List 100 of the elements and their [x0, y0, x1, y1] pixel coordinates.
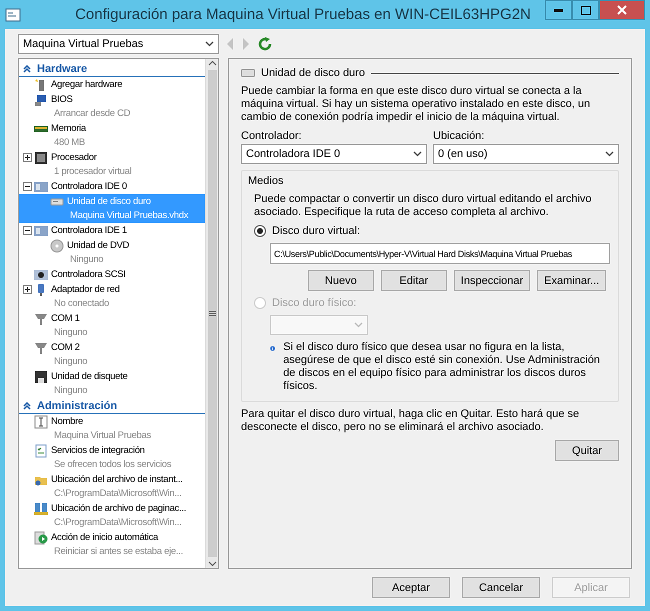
item-label: Acción de inicio automática: [51, 531, 160, 545]
tree-item[interactable]: Acción de inicio automática Reiniciar si antes se estaba eje...: [19, 530, 205, 559]
section-header[interactable]: Hardware: [19, 61, 205, 77]
item-detail: C:\ProgramData\Microsoft\Win...: [53, 516, 182, 530]
radio-option[interactable]: Disco duro virtual:: [254, 225, 610, 237]
processor-icon: [34, 151, 48, 165]
dropdown-caret-icon: [354, 322, 363, 328]
media-button[interactable]: Editar: [380, 270, 447, 291]
item-label: COM 1: [51, 312, 81, 326]
item-detail: Ninguno: [53, 326, 88, 340]
item-detail: 1 procesador virtual: [53, 165, 132, 179]
controller-card-icon: [34, 180, 48, 194]
location-select[interactable]: 0 (en uso): [433, 144, 619, 164]
collapse-chevron-icon: [23, 402, 31, 410]
tree-item[interactable]: Ubicación del archivo de instant... C:\ProgramData\Microsoft\Win...: [19, 472, 205, 501]
controller-select[interactable]: Controladora IDE 0: [241, 144, 427, 164]
item-label: Controladora IDE 0: [51, 180, 127, 194]
item-label: Unidad de disco duro: [67, 195, 152, 209]
scroll-up-icon[interactable]: [208, 59, 216, 68]
item-label: Memoria: [51, 122, 86, 136]
item-detail: C:\ProgramData\Microsoft\Win...: [53, 487, 182, 501]
dialog-button[interactable]: Cancelar: [462, 577, 540, 598]
tree-item[interactable]: Controladora IDE 1: [19, 223, 205, 238]
checklist-icon: [34, 444, 48, 458]
item-label: Adaptador de red: [51, 283, 120, 297]
item-label: Unidad de disquete: [51, 370, 128, 384]
serial-port-icon: [34, 341, 48, 355]
tree-item[interactable]: Servicios de integración Se ofrecen todos los servicios: [19, 443, 205, 472]
tree-item[interactable]: Nombre Maquina Virtual Pruebas: [19, 414, 205, 443]
expand-icon[interactable]: [22, 285, 32, 294]
item-label: Agregar hardware: [51, 78, 122, 92]
tree-item[interactable]: Controladora SCSI: [19, 267, 205, 282]
item-label: Nombre: [51, 415, 84, 429]
collapse-chevron-icon: [23, 64, 31, 72]
controller-card-icon: [34, 224, 48, 238]
path-field[interactable]: C:\Users\Public\Documents\Hyper-V\Virtual Hard Disks\Maquina Virtual Pruebas: [270, 243, 610, 264]
maximize-icon: [580, 6, 590, 14]
field-label: Controlador:: [241, 130, 303, 142]
item-label: Servicios de integración: [51, 444, 146, 458]
item-label: Ubicación de archivo de paginac...: [51, 502, 186, 516]
item-label: Procesador: [51, 151, 98, 165]
tree-item[interactable]: Unidad de DVD Ninguno: [19, 238, 205, 267]
refresh-icon[interactable]: [257, 36, 273, 52]
paging-file-icon: [34, 502, 48, 516]
item-label: Controladora IDE 1: [51, 224, 127, 238]
item-label: BIOS: [51, 93, 74, 107]
item-detail: Maquina Virtual Pruebas.vhdx: [69, 209, 188, 223]
text-cursor-icon: [34, 415, 48, 429]
vm-select[interactable]: Maquina Virtual Pruebas: [18, 34, 219, 54]
tree-item[interactable]: Ubicación de archivo de paginac... C:\ProgramData\Microsoft\Win...: [19, 501, 205, 530]
minimize-button[interactable]: [545, 0, 572, 20]
tree-item[interactable]: Procesador 1 procesador virtual: [19, 150, 205, 179]
item-detail: Maquina Virtual Pruebas: [53, 429, 151, 443]
serial-port-icon: [34, 312, 48, 326]
scsi-icon: [34, 268, 48, 282]
dropdown-caret-icon: [605, 151, 614, 157]
item-detail: 480 MB: [53, 136, 86, 150]
tree-item[interactable]: BIOS Arrancar desde CD: [19, 92, 205, 121]
item-detail: No conectado: [53, 297, 110, 311]
scrollbar[interactable]: [205, 59, 218, 568]
grip-icon: [208, 310, 216, 317]
settings-window-icon: [5, 6, 21, 22]
window-title: Configuración para Maquina Virtual Pruebas en WIN-CEIL63HPG2N: [74, 6, 532, 23]
item-detail: Ninguno: [53, 384, 88, 398]
dropdown-caret-icon: [413, 151, 422, 157]
item-label: Ubicación del archivo de instant...: [51, 473, 183, 487]
maximize-button[interactable]: [572, 0, 599, 20]
dropdown-caret-icon: [205, 41, 214, 47]
group-title: Medios: [248, 175, 284, 187]
tree-item[interactable]: COM 1 Ninguno: [19, 311, 205, 340]
remove-button[interactable]: Quitar: [555, 440, 619, 461]
tree-item[interactable]: Adaptador de red No conectado: [19, 282, 205, 311]
section-header[interactable]: Administración: [19, 398, 205, 414]
media-text: Puede compactar o convertir un disco duro virtual editando el archivo asociado. Especifique la ruta de acceso completa al archivo.: [254, 193, 593, 219]
dialog-button[interactable]: Aceptar: [372, 577, 450, 598]
tree-item[interactable]: Unidad de disquete Ninguno: [19, 369, 205, 398]
expand-icon[interactable]: [22, 153, 32, 162]
tree-item[interactable]: Controladora IDE 0: [19, 179, 205, 194]
collapse-icon[interactable]: [22, 226, 32, 235]
item-detail: Ninguno: [69, 253, 104, 267]
tree-item[interactable]: Agregar hardware: [19, 77, 205, 92]
item-label: Controladora SCSI: [51, 268, 126, 282]
item-detail: Reiniciar si antes se estaba eje...: [53, 545, 183, 559]
media-button[interactable]: Examinar...: [537, 270, 606, 291]
disc-icon: [50, 239, 64, 253]
item-label: Unidad de DVD: [67, 239, 130, 253]
minimize-icon: [554, 8, 563, 12]
item-detail: Ninguno: [53, 355, 88, 369]
radio-button[interactable]: [254, 225, 266, 237]
remove-text: Para quitar el disco duro virtual, haga clic en Quitar. Esto hará que se desconecte el disco, pero no se eliminará el archivo asociado.: [241, 408, 580, 434]
collapse-icon[interactable]: [22, 182, 32, 191]
play-icon: [34, 531, 48, 545]
scroll-down-icon[interactable]: [208, 559, 216, 568]
media-button[interactable]: Inspeccionar: [454, 270, 530, 291]
section-title: Unidad de disco duro: [261, 67, 365, 79]
media-button[interactable]: Nuevo: [308, 270, 374, 291]
close-button[interactable]: [599, 0, 645, 20]
tree-item[interactable]: COM 2 Ninguno: [19, 340, 205, 369]
tree-item[interactable]: Memoria 480 MB: [19, 121, 205, 150]
field-label: Ubicación:: [433, 130, 486, 142]
